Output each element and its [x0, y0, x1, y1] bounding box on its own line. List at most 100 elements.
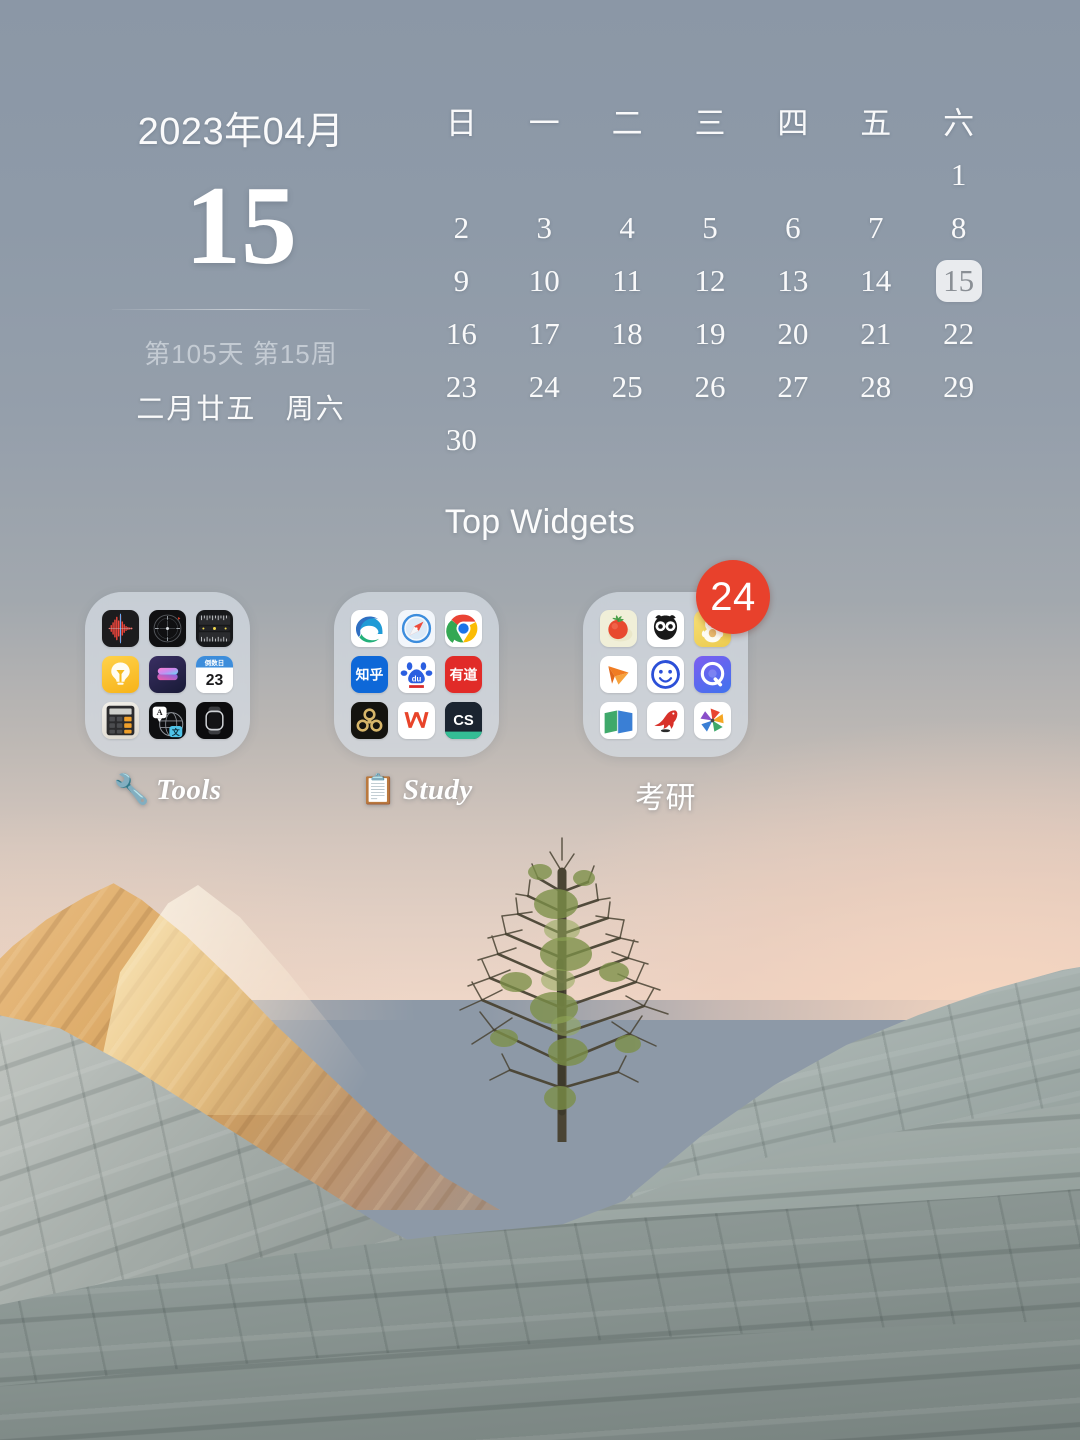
- calendar-empty-cell: [669, 148, 752, 201]
- calendar-day-cell[interactable]: 6: [751, 201, 834, 254]
- safari-icon[interactable]: [398, 609, 435, 647]
- calendar-month-grid[interactable]: 日一二三四五六 1 2 3 4 5 6 7 8 9 10 11 12 13 14 15 16 17 18 19 20 21…: [420, 92, 1000, 466]
- calendar-weekday-header: 日: [445, 105, 477, 141]
- svg-text:有道: 有道: [450, 667, 478, 683]
- svg-text:倒数日: 倒数日: [204, 658, 224, 667]
- blue-smiley-icon[interactable]: [647, 655, 684, 693]
- folder-tile-study[interactable]: 知乎 du 有道 CS: [334, 592, 499, 757]
- calendar-day-cell[interactable]: 12: [669, 254, 752, 307]
- calendar-lunar-weekday: 二月廿五 周六: [112, 387, 370, 427]
- calendar-day-cell[interactable]: 8: [917, 201, 1000, 254]
- calendar-day-cell[interactable]: 7: [834, 201, 917, 254]
- baidu-icon[interactable]: du: [398, 655, 435, 693]
- calendar-day-cell[interactable]: 24: [503, 360, 586, 413]
- chrome-icon[interactable]: [445, 609, 482, 647]
- app-folder-row: 倒数日 23 A 文 🔧 Tools 知乎 du 有道 CS 📋 Study 24 考研: [0, 560, 1080, 817]
- blue-circle-icon[interactable]: [694, 655, 731, 693]
- calendar-day-number-text: 6: [785, 209, 801, 245]
- compass-icon[interactable]: [149, 609, 186, 647]
- svg-text:CS: CS: [453, 713, 474, 729]
- calendar-day-number-text: 7: [867, 209, 884, 245]
- lone-tree: [432, 812, 692, 1142]
- owl-icon[interactable]: [647, 609, 684, 647]
- calendar-day-cell[interactable]: 28: [834, 360, 917, 413]
- calendar-day-number-text: 4: [619, 209, 635, 245]
- folder-emoji-icon: 📋: [360, 774, 397, 806]
- svg-text:du: du: [412, 674, 422, 683]
- calendar-day-cell[interactable]: 11: [586, 254, 669, 307]
- calendar-summary-panel[interactable]: 2023年04月 15 第105天 第15周 二月廿五 周六: [112, 100, 370, 427]
- red-bird-icon[interactable]: [647, 702, 684, 740]
- calendar-day-number: 15: [185, 164, 297, 288]
- shortcuts-icon[interactable]: [149, 655, 186, 693]
- edge-icon[interactable]: [351, 609, 388, 647]
- calendar-day-cell[interactable]: 2: [420, 201, 503, 254]
- calendar-day-cell[interactable]: 29: [917, 360, 1000, 413]
- folder-label-text: Study: [402, 774, 473, 806]
- svg-text:A: A: [157, 708, 163, 717]
- origami-bird-icon[interactable]: [600, 655, 637, 693]
- camscanner-icon[interactable]: CS: [445, 702, 482, 740]
- calendar-day-cell[interactable]: 23: [420, 360, 503, 413]
- tomato-icon[interactable]: [600, 609, 637, 647]
- zhihu-icon[interactable]: 知乎: [351, 655, 388, 693]
- wps-icon[interactable]: [398, 702, 435, 740]
- calendar-day-cell[interactable]: 30: [420, 413, 503, 466]
- calendar-widget[interactable]: 2023年04月 15 第105天 第15周 二月廿五 周六 日一二三四五六12…: [0, 0, 1080, 480]
- calendar-day-cell[interactable]: 1: [917, 148, 1000, 201]
- tips-icon[interactable]: [102, 655, 139, 693]
- folder-kaoyan[interactable]: 24 考研: [583, 560, 770, 817]
- week-of-year-text: 第15周: [252, 339, 338, 370]
- pinwheel-icon[interactable]: [694, 702, 731, 740]
- calendar-day-number-text: 27: [777, 368, 809, 404]
- svg-text:文: 文: [172, 727, 180, 737]
- translate-icon[interactable]: A文: [149, 702, 186, 740]
- green-book-icon[interactable]: [600, 702, 637, 740]
- calendar-day-cell[interactable]: 21: [834, 307, 917, 360]
- day-of-year-text: 第105天: [144, 339, 245, 370]
- calendar-day-cell[interactable]: 26: [669, 360, 752, 413]
- calendar-day-cell[interactable]: 9: [420, 254, 503, 307]
- quark-icon[interactable]: [351, 702, 388, 740]
- calendar-day-number-text: 12: [694, 262, 726, 298]
- svg-text:23: 23: [206, 672, 224, 689]
- calendar-day-cell[interactable]: 3: [503, 201, 586, 254]
- calendar-day-cell[interactable]: 16: [420, 307, 503, 360]
- calendar-day-cell[interactable]: 10: [503, 254, 586, 307]
- youdao-icon[interactable]: 有道: [445, 655, 482, 693]
- calendar-day-cell[interactable]: 13: [751, 254, 834, 307]
- folder-label-tools: 🔧 Tools: [85, 773, 250, 807]
- calendar-day-number-text: 17: [528, 315, 560, 351]
- calendar-day-number-text: 16: [445, 315, 477, 351]
- watch-icon[interactable]: [196, 702, 233, 740]
- calendar-day-cell[interactable]: 18: [586, 307, 669, 360]
- folder-emoji-icon: 🔧: [113, 774, 151, 806]
- calendar-day-cell[interactable]: 20: [751, 307, 834, 360]
- calendar-day-cell-today[interactable]: 15: [917, 254, 1000, 307]
- calendar-day-number-text: 21: [860, 315, 892, 351]
- folder-notification-badge: 24: [696, 560, 770, 634]
- calendar-day-cell[interactable]: 22: [917, 307, 1000, 360]
- calendar-day-cell[interactable]: 4: [586, 201, 669, 254]
- calculator-icon[interactable]: [102, 702, 139, 740]
- calendar-day-cell[interactable]: 25: [586, 360, 669, 413]
- calendar-day-cell[interactable]: 5: [669, 201, 752, 254]
- calendar-day-cell[interactable]: 17: [503, 307, 586, 360]
- folder-label-text: Tools: [156, 774, 222, 806]
- folder-study[interactable]: 知乎 du 有道 CS 📋 Study: [334, 592, 499, 817]
- calendar-empty-cell: [751, 148, 834, 201]
- voice-memos-icon[interactable]: [102, 609, 139, 647]
- calendar-day-number-text: 3: [536, 209, 553, 245]
- calendar-day-cell[interactable]: 19: [669, 307, 752, 360]
- folder-tile-tools[interactable]: 倒数日 23 A 文: [85, 592, 250, 757]
- calendar-day-number-text: 5: [702, 209, 718, 245]
- calendar-day-cell[interactable]: 14: [834, 254, 917, 307]
- calendar-day-number-text: 23: [445, 368, 477, 404]
- calendar-weekday-header: 一: [528, 105, 560, 141]
- svg-text:知乎: 知乎: [356, 667, 384, 683]
- lunar-date-text: 二月廿五: [136, 393, 257, 425]
- folder-tools[interactable]: 倒数日 23 A 文 🔧 Tools: [85, 592, 250, 817]
- calendar-day-cell[interactable]: 27: [751, 360, 834, 413]
- countdown-calendar-icon[interactable]: 倒数日 23: [196, 655, 233, 693]
- measure-icon[interactable]: [196, 609, 233, 647]
